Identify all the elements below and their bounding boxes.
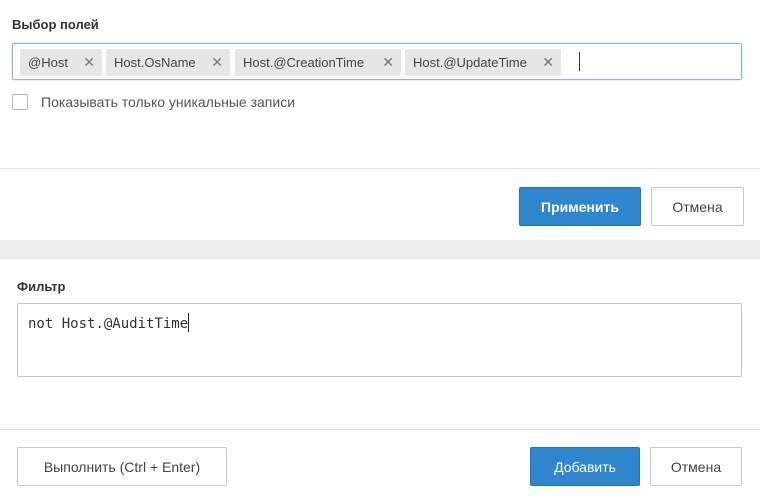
divider: [0, 168, 760, 169]
field-tag: @Host ✕: [20, 49, 102, 76]
field-tag: Host.OsName ✕: [106, 49, 230, 76]
remove-tag-icon[interactable]: ✕: [83, 49, 95, 76]
filter-query-text: not Host.@AuditTime: [28, 316, 189, 332]
remove-tag-icon[interactable]: ✕: [382, 49, 394, 76]
run-query-button[interactable]: Выполнить (Ctrl + Enter): [17, 447, 227, 486]
field-tag-label: Host.@CreationTime: [243, 55, 365, 70]
fields-tag-input[interactable]: @Host ✕ Host.OsName ✕ Host.@CreationTime…: [12, 43, 742, 80]
unique-records-checkbox[interactable]: [12, 94, 28, 110]
field-tag-label: Host.@UpdateTime: [413, 55, 527, 70]
filter-query-input[interactable]: not Host.@AuditTime: [17, 303, 742, 377]
divider: [0, 429, 760, 430]
unique-records-label[interactable]: Показывать только уникальные записи: [41, 94, 295, 111]
field-tag-label: Host.OsName: [114, 55, 196, 70]
text-cursor: [188, 313, 190, 332]
field-tag: Host.@CreationTime ✕: [235, 49, 401, 76]
apply-button[interactable]: Применить: [519, 187, 641, 226]
text-cursor: [579, 52, 580, 71]
section-separator: [0, 240, 760, 259]
cancel-button[interactable]: Отмена: [650, 447, 742, 486]
remove-tag-icon[interactable]: ✕: [542, 49, 554, 76]
filter-section-title: Фильтр: [17, 279, 66, 294]
field-tag-label: @Host: [28, 55, 68, 70]
field-tag: Host.@UpdateTime ✕: [405, 49, 561, 76]
remove-tag-icon[interactable]: ✕: [211, 49, 223, 76]
add-button[interactable]: Добавить: [530, 447, 640, 486]
fields-section-title: Выбор полей: [12, 17, 99, 32]
cancel-button[interactable]: Отмена: [651, 187, 744, 226]
